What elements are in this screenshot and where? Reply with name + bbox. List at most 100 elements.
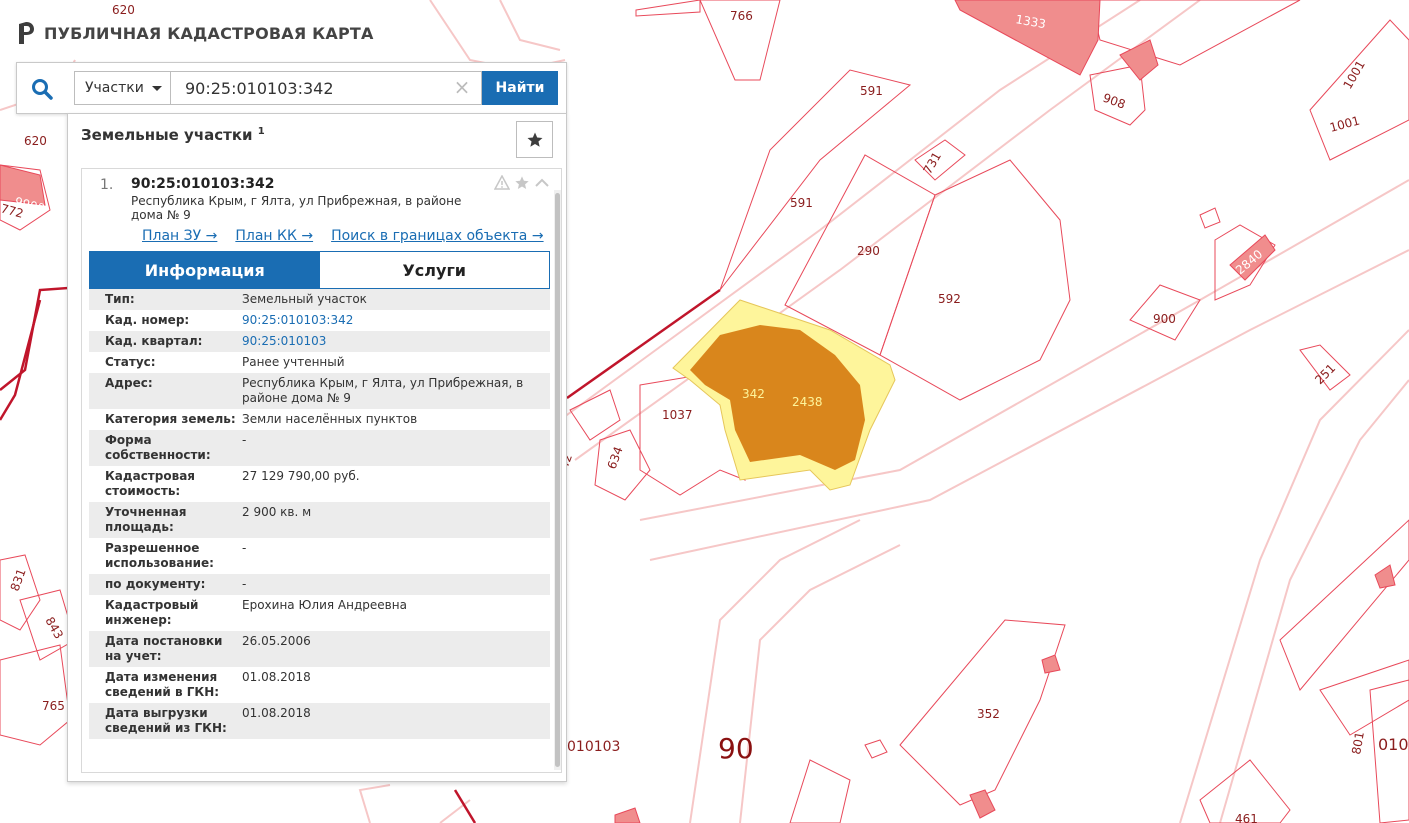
info-value: - — [242, 541, 247, 555]
map-label: 461 — [1235, 812, 1258, 823]
map-label-quarter: 90 — [718, 732, 754, 765]
info-label: Разрешенное использование: — [105, 541, 214, 570]
search-type-label: Участки — [85, 80, 144, 96]
map-label: 1001 — [1328, 113, 1361, 134]
map-label: 634 — [605, 445, 626, 471]
info-label: Статус: — [105, 355, 156, 369]
info-value: 01.08.2018 — [242, 670, 311, 684]
info-row: Форма собственности: - — [89, 430, 550, 466]
tab-info[interactable]: Информация — [90, 252, 320, 288]
info-row: Дата изменения сведений в ГКН: 01.08.2018 — [89, 667, 550, 703]
map-label: 342 — [742, 387, 765, 401]
panel-title-text: Земельные участки — [81, 126, 253, 144]
info-value: Ранее учтенный — [242, 355, 345, 369]
map-label: 352 — [977, 707, 1000, 721]
info-row: Кадастровая стоимость: 27 129 790,00 руб. — [89, 466, 550, 502]
find-button[interactable]: Найти — [482, 71, 558, 105]
search-bar: Участки × Найти — [16, 62, 567, 114]
map-label: 1037 — [662, 408, 693, 422]
map-label: 010103 — [567, 739, 620, 755]
tab-services[interactable]: Услуги — [319, 252, 549, 288]
result-tabs: Информация Услуги — [89, 251, 550, 289]
search-type-select[interactable]: Участки — [74, 71, 170, 105]
info-row: по документу: - — [89, 574, 550, 595]
info-value: Ерохина Юлия Андреевна — [242, 598, 407, 612]
star-icon[interactable] — [513, 175, 531, 193]
selected-parcel[interactable] — [672, 299, 896, 491]
map-label: 290 — [857, 244, 880, 258]
warning-icon[interactable] — [493, 174, 511, 193]
result-index: 1. — [100, 177, 114, 193]
logo-icon — [19, 22, 34, 44]
info-value: 2 900 кв. м — [242, 502, 550, 538]
star-icon — [527, 132, 542, 147]
favorite-button[interactable] — [516, 121, 553, 158]
scrollbar-thumb[interactable] — [555, 193, 560, 767]
info-value[interactable]: 90:25:010103:342 — [242, 310, 550, 331]
result-address: Республика Крым, г Ялта, ул Прибрежная, … — [131, 194, 462, 222]
map-label: 801 — [1349, 731, 1367, 756]
info-label: Адрес: — [89, 373, 242, 409]
info-label: Дата постановки на учет: — [89, 631, 242, 667]
map-label: 591 — [790, 196, 813, 210]
map-label: 010 — [1378, 735, 1409, 754]
app-logo[interactable]: ПУБЛИЧНАЯ КАДАСТРОВАЯ КАРТА — [16, 20, 374, 46]
info-value-link[interactable]: 90:25:010103 — [242, 334, 326, 348]
info-row: Адрес: Республика Крым, г Ялта, ул Прибре… — [89, 373, 550, 409]
info-value: 26.05.2006 — [242, 631, 550, 667]
link-plan-kk[interactable]: План КК → — [235, 228, 313, 244]
result-card: 1. 90:25:010103:342 Республика Крым, г Я… — [81, 168, 562, 773]
map-label: 591 — [860, 84, 883, 98]
map-label: 620 — [112, 3, 135, 17]
info-label: по документу: — [89, 574, 242, 595]
info-row: Статус: Ранее учтенный — [89, 352, 550, 373]
info-value: Республика Крым, г Ялта, ул Прибрежная, … — [242, 373, 550, 409]
map-label: 1001 — [1340, 58, 1367, 91]
results-panel: Земельные участки 1 1. 90:25:010103:342 … — [67, 113, 567, 782]
info-row: Дата постановки на учет: 26.05.2006 — [89, 631, 550, 667]
clear-icon[interactable]: × — [452, 77, 472, 98]
card-actions — [493, 174, 551, 193]
info-value: - — [242, 430, 550, 466]
info-row: Тип: Земельный участок — [89, 289, 550, 310]
info-row: Кад. номер: 90:25:010103:342 — [89, 310, 550, 331]
info-label: Категория земель: — [105, 412, 236, 426]
info-label: Кадастровая стоимость: — [105, 469, 195, 498]
info-table: Тип: Земельный участок Кад. номер: 90:25:01… — [89, 289, 550, 739]
map-label: 766 — [730, 9, 753, 23]
info-value: 27 129 790,00 руб. — [242, 469, 360, 483]
search-icon[interactable] — [27, 74, 57, 104]
info-label: Кад. номер: — [105, 313, 190, 327]
info-label: Форма собственности: — [89, 430, 242, 466]
search-input[interactable] — [170, 71, 482, 105]
link-search-in-bounds[interactable]: Поиск в границах объекта → — [331, 228, 544, 244]
panel-title: Земельные участки 1 — [81, 126, 265, 144]
info-label: Кадастровый инженер: — [105, 598, 199, 627]
info-value: Земельный участок — [242, 289, 550, 310]
info-row: Категория земель: Земли населённых пункто… — [89, 409, 550, 430]
chevron-up-icon[interactable] — [533, 175, 551, 193]
result-count: 1 — [257, 126, 265, 137]
map-label: 2438 — [792, 395, 823, 409]
map-label: 831 — [8, 567, 29, 593]
info-value: Земли населённых пунктов — [242, 412, 418, 426]
result-cad-number[interactable]: 90:25:010103:342 — [131, 176, 274, 192]
info-label: Дата изменения сведений в ГКН: — [105, 670, 220, 699]
result-links: План ЗУ → План КК → Поиск в границах объ… — [142, 228, 544, 244]
chevron-down-icon — [151, 85, 162, 91]
map-label: 251 — [1312, 361, 1338, 387]
info-label: Уточненная площадь: — [89, 502, 242, 538]
map-label: 620 — [24, 134, 47, 148]
map-label: 592 — [938, 292, 961, 306]
info-value[interactable]: 90:25:010103 — [242, 331, 550, 352]
info-row: Дата выгрузки сведений из ГКН: 01.08.2018 — [89, 703, 550, 739]
info-value: - — [242, 574, 550, 595]
info-label: Тип: — [89, 289, 242, 310]
info-row: Уточненная площадь: 2 900 кв. м — [89, 502, 550, 538]
info-value-link[interactable]: 90:25:010103:342 — [242, 313, 353, 327]
info-label: Дата выгрузки сведений из ГКН: — [89, 703, 242, 739]
info-row: Кадастровый инженер: Ерохина Юлия Андреев… — [89, 595, 550, 631]
info-label: Кад. квартал: — [89, 331, 242, 352]
link-plan-zu[interactable]: План ЗУ → — [142, 228, 217, 244]
map-label: 843 — [42, 615, 66, 642]
